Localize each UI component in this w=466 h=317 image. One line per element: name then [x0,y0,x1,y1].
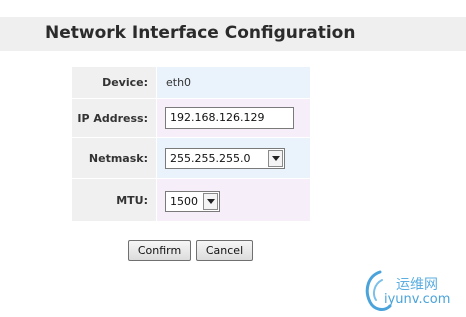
netmask-label-cell: Netmask: [72,138,156,178]
chevron-down-icon[interactable] [268,150,283,167]
netmask-row: Netmask: 255.255.255.0 [72,138,310,178]
device-label-cell: Device: [72,67,156,98]
netmask-selected-value: 255.255.255.0 [170,152,251,165]
ip-address-label-cell: IP Address: [72,99,156,137]
mtu-selected-value: 1500 [170,195,198,208]
page-title: Network Interface Configuration [45,23,356,43]
mtu-label: MTU: [116,194,148,207]
netmask-label: Netmask: [88,152,148,165]
device-row: Device: eth0 [72,67,310,98]
ip-address-label: IP Address: [77,112,148,125]
watermark: 运维网 iyunv.com [362,268,462,314]
watermark-line2: iyunv.com [384,292,451,307]
config-page: Network Interface Configuration Device: … [0,0,466,317]
mtu-select[interactable]: 1500 [165,191,220,212]
confirm-button[interactable]: Confirm [128,240,191,261]
ip-address-value-cell: 192.168.126.129 [157,99,310,137]
chevron-down-icon[interactable] [203,193,218,210]
netmask-value-cell: 255.255.255.0 [157,138,310,178]
mtu-row: MTU: 1500 [72,179,310,221]
watermark-line1: 运维网 [396,277,438,293]
ip-address-input[interactable]: 192.168.126.129 [165,107,294,129]
ip-address-row: IP Address: 192.168.126.129 [72,99,310,137]
netmask-select[interactable]: 255.255.255.0 [165,148,285,169]
mtu-label-cell: MTU: [72,179,156,221]
device-value-cell: eth0 [157,67,310,98]
mtu-value-cell: 1500 [157,179,310,221]
cancel-button[interactable]: Cancel [196,240,253,261]
device-value: eth0 [166,76,192,89]
device-label: Device: [102,76,148,89]
swirl-logo-icon [365,270,392,311]
